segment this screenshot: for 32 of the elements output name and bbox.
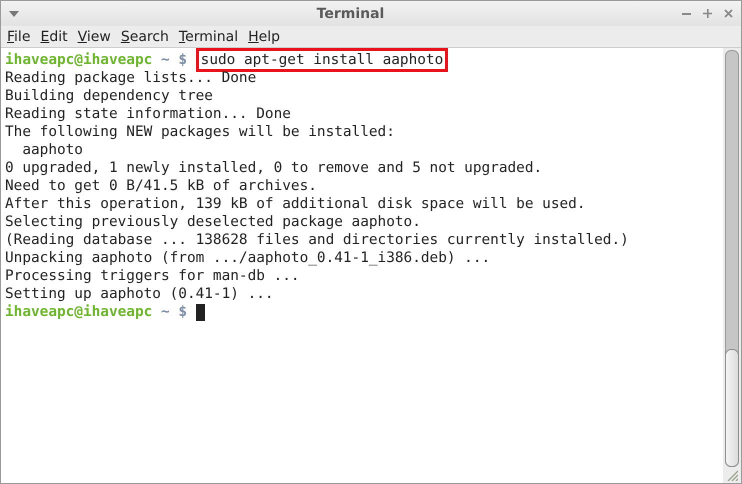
output-line: (Reading database ... 138628 files and directories currently installed.) [5,231,629,249]
output-line: Reading state information... Done [5,105,291,123]
window-menu-icon[interactable] [9,10,19,16]
text-cursor [196,304,205,320]
menu-item[interactable]: Help [244,28,284,44]
output-line: Need to get 0 B/41.5 kB of archives. [5,177,317,195]
output-line: Unpacking aaphoto (from .../aaphoto_0.41-1_i386.deb) ... [5,249,490,267]
scrollbar-thumb[interactable] [725,349,739,467]
prompt-user-host: ihaveapc@ihaveapc [5,51,152,69]
output-line: 0 upgraded, 1 newly installed, 0 to remove and 5 not upgraded. [5,159,542,177]
prompt-path: ~ $ [160,51,188,69]
close-icon[interactable] [724,9,733,18]
menu-item[interactable]: Terminal [174,28,242,44]
output-line: The following NEW packages will be installed: [5,123,395,141]
prompt-path: ~ $ [160,303,188,321]
minimize-icon[interactable] [682,12,691,14]
menu-item[interactable]: Search [116,28,173,44]
output-line: Selecting previously deselected package aaphoto. [5,213,421,231]
output-line: Building dependency tree [5,87,213,105]
output-line: aaphoto [21,141,83,159]
menu-item[interactable]: File [3,28,34,44]
prompt-user-host: ihaveapc@ihaveapc [5,303,152,321]
highlighted-command: sudo apt-get install aaphoto [196,48,448,72]
output-line: Setting up aaphoto (0.41-1) ... [5,285,274,303]
maximize-icon[interactable] [703,9,712,18]
window-title: Terminal [316,6,386,22]
menu-item[interactable]: View [74,28,115,44]
output-line: After this operation, 139 kB of additional disk space will be used. [5,195,586,213]
output-line: Processing triggers for man-db ... [5,267,300,285]
resize-grip-icon[interactable] [726,469,738,481]
output-line: Reading package lists... Done [5,69,256,87]
menu-item[interactable]: Edit [36,28,72,44]
